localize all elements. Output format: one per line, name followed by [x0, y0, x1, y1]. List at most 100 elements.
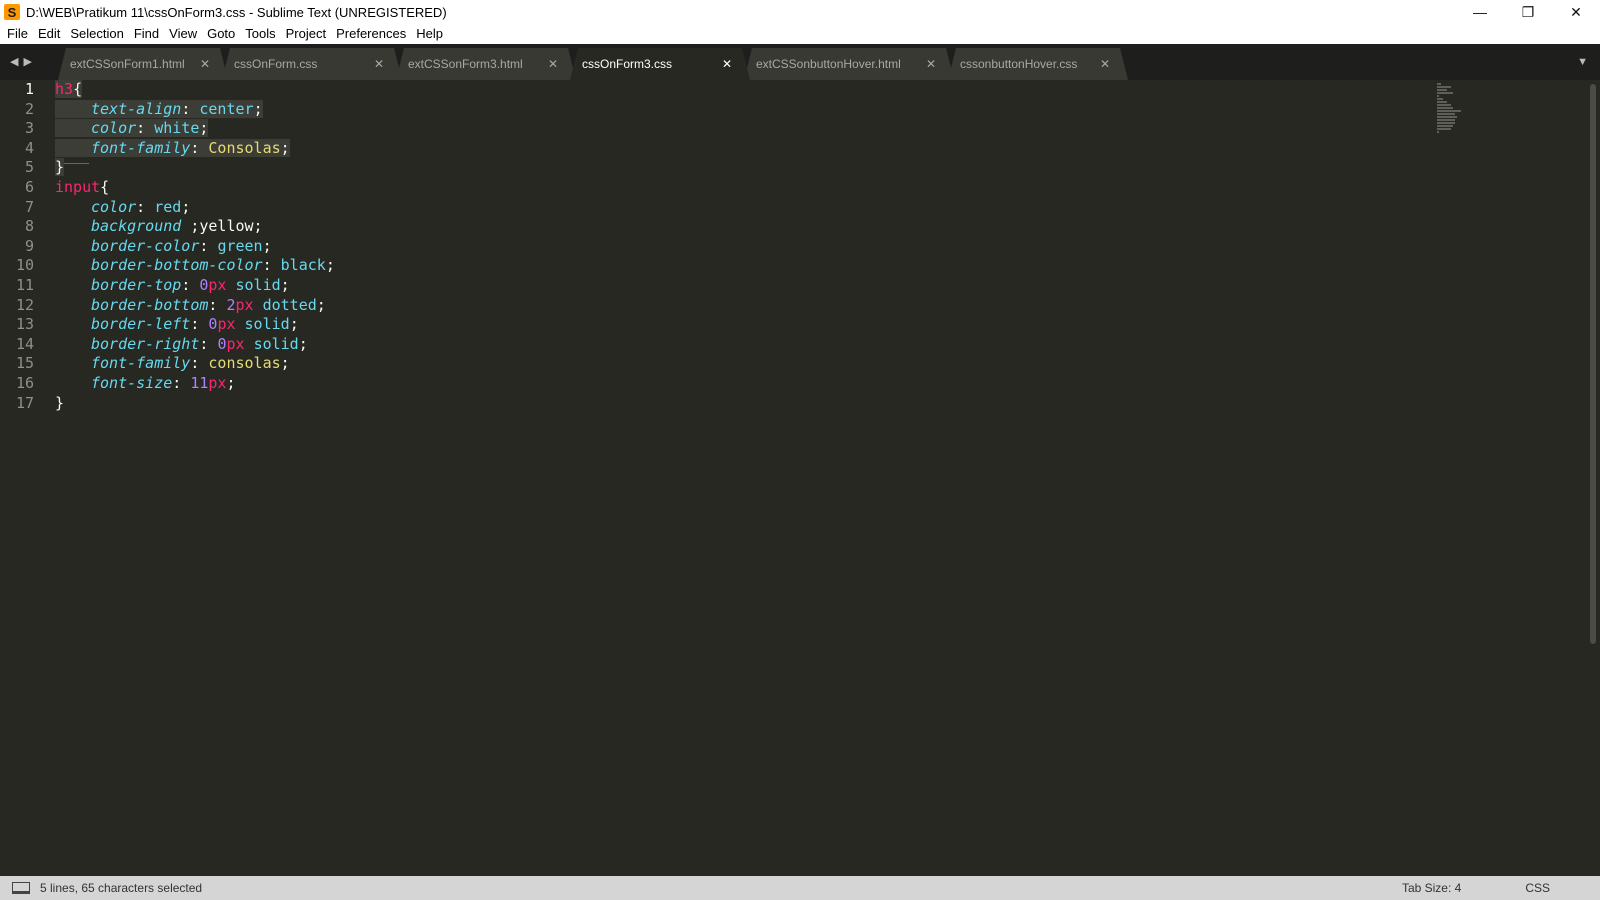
code-line[interactable]: border-left: 0px solid; — [55, 315, 335, 335]
minimap[interactable] — [1437, 83, 1473, 133]
line-number-gutter: 1 2 3 4 5 6 7 8 9 10 11 12 13 14 15 16 17 — [0, 80, 44, 413]
syntax-indicator[interactable]: CSS — [1525, 881, 1550, 895]
restore-button[interactable]: ❐ — [1504, 0, 1552, 24]
arrow-left-icon[interactable]: ◀ — [10, 55, 18, 68]
title-bar: S D:\WEB\Pratikum 11\cssOnForm3.css - Su… — [0, 0, 1600, 24]
minimap-line — [1437, 83, 1441, 85]
code-line[interactable]: border-bottom: 2px dotted; — [55, 296, 335, 316]
code-token: px — [226, 334, 245, 353]
menu-selection[interactable]: Selection — [65, 24, 128, 44]
code-token: : — [190, 354, 209, 373]
tab-cssonbuttonhover-css[interactable]: cssonbuttonHover.css ✕ — [948, 48, 1128, 80]
menu-preferences[interactable]: Preferences — [331, 24, 411, 44]
close-icon[interactable]: ✕ — [1100, 57, 1110, 71]
line-number: 17 — [15, 393, 34, 412]
code-line[interactable]: input{ — [55, 178, 335, 198]
minimap-line — [1437, 98, 1443, 100]
minimap-line — [1437, 101, 1447, 103]
code-token: solid — [244, 315, 290, 334]
code-token: ; — [262, 236, 272, 255]
window-title: D:\WEB\Pratikum 11\cssOnForm3.css - Subl… — [26, 4, 447, 20]
menu-edit[interactable]: Edit — [33, 24, 65, 44]
code-line[interactable]: text-align: center; — [55, 99, 335, 125]
code-line-content: color: red; — [55, 198, 190, 216]
code-line-content: border-bottom-color: black; — [55, 256, 335, 274]
tab-extcssonform1-html[interactable]: extCSSonForm1.html ✕ — [58, 48, 228, 80]
code-token: : — [190, 315, 209, 334]
code-token: font-size — [91, 373, 173, 392]
code-line[interactable]: h3{ — [55, 80, 335, 100]
minimap-line — [1437, 122, 1455, 124]
chevron-down-icon[interactable]: ▼ — [1577, 56, 1588, 68]
line-number: 9 — [24, 236, 34, 255]
tab-label: extCSSonbuttonHover.html — [756, 57, 901, 71]
tab-nav-arrows: ◀ ▶ — [10, 55, 32, 68]
code-line[interactable]: font-size: 11px; — [55, 374, 335, 394]
tab-label: extCSSonForm3.html — [408, 57, 523, 71]
code-token: ; — [181, 197, 191, 216]
menu-project[interactable]: Project — [281, 24, 331, 44]
code-token: border-bottom — [91, 295, 209, 314]
tab-size-indicator[interactable]: Tab Size: 4 — [1402, 881, 1461, 895]
close-window-button[interactable]: ✕ — [1552, 0, 1600, 24]
code-token: : — [190, 138, 209, 157]
code-token: } — [55, 158, 65, 177]
line-number: 1 — [24, 80, 34, 98]
code-line[interactable]: font-family: consolas; — [55, 354, 335, 374]
menu-goto[interactable]: Goto — [202, 24, 240, 44]
selection-status: 5 lines, 65 characters selected — [40, 881, 203, 895]
tab-cssonform-css[interactable]: cssOnForm.css ✕ — [222, 48, 402, 80]
selection-highlight: color: white; — [55, 119, 209, 145]
tab-cssonform3-css[interactable]: cssOnForm3.css ✕ — [570, 48, 750, 80]
code-token: ; — [253, 99, 263, 118]
code-token: font-family — [91, 354, 191, 373]
code-token: { — [73, 80, 83, 98]
close-icon[interactable]: ✕ — [374, 57, 384, 71]
code-token: ; — [298, 334, 308, 353]
code-token: 2 — [226, 295, 236, 314]
menu-view[interactable]: View — [164, 24, 202, 44]
close-icon[interactable]: ✕ — [722, 57, 732, 71]
line-number: 5 — [24, 158, 34, 177]
code-line-content: background ;yellow; — [55, 217, 263, 235]
line-number: 4 — [24, 138, 34, 157]
menu-tools[interactable]: Tools — [240, 24, 280, 44]
code-token: : — [199, 334, 218, 353]
code-token: px — [217, 315, 236, 334]
code-line[interactable]: font-family: Consolas; — [55, 138, 335, 164]
vertical-scrollbar[interactable] — [1590, 84, 1596, 644]
menu-help[interactable]: Help — [411, 24, 448, 44]
close-icon[interactable]: ✕ — [926, 57, 936, 71]
panel-toggle-icon[interactable] — [12, 882, 30, 894]
code-token: ; — [280, 138, 290, 157]
code-line[interactable]: color: white; — [55, 119, 335, 145]
code-line[interactable]: border-top: 0px solid; — [55, 276, 335, 296]
code-line-content: border-left: 0px solid; — [55, 315, 299, 333]
code-line[interactable]: border-color: green; — [55, 237, 335, 257]
code-line[interactable]: } — [55, 394, 335, 414]
code-line-content: font-size: 11px; — [55, 374, 236, 392]
minimize-button[interactable]: — — [1456, 0, 1504, 24]
tab-extcssonform3-html[interactable]: extCSSonForm3.html ✕ — [396, 48, 576, 80]
code-token: solid — [235, 275, 281, 294]
code-token: white — [154, 119, 200, 138]
menu-file[interactable]: File — [2, 24, 33, 44]
sublime-app-icon: S — [4, 4, 20, 20]
close-icon[interactable]: ✕ — [200, 57, 210, 71]
selection-highlight: } — [55, 158, 65, 177]
code-line[interactable]: color: red; — [55, 198, 335, 218]
code-token: ; — [316, 295, 326, 314]
code-line[interactable]: } — [55, 158, 335, 178]
close-icon[interactable]: ✕ — [548, 57, 558, 71]
code-line[interactable]: background ;yellow; — [55, 217, 335, 237]
menu-find[interactable]: Find — [129, 24, 164, 44]
code-view[interactable]: h3{text-align: center; color: white; font-… — [55, 80, 335, 413]
editor-area[interactable]: 1 2 3 4 5 6 7 8 9 10 11 12 13 14 15 16 17 h3{text-align:… — [0, 80, 1600, 876]
arrow-right-icon[interactable]: ▶ — [23, 55, 31, 68]
code-line[interactable]: border-bottom-color: black; — [55, 256, 335, 276]
tab-extcssonbuttonhover-html[interactable]: extCSSonbuttonHover.html ✕ — [744, 48, 954, 80]
code-line[interactable]: border-right: 0px solid; — [55, 335, 335, 355]
minimap-line — [1437, 95, 1439, 97]
